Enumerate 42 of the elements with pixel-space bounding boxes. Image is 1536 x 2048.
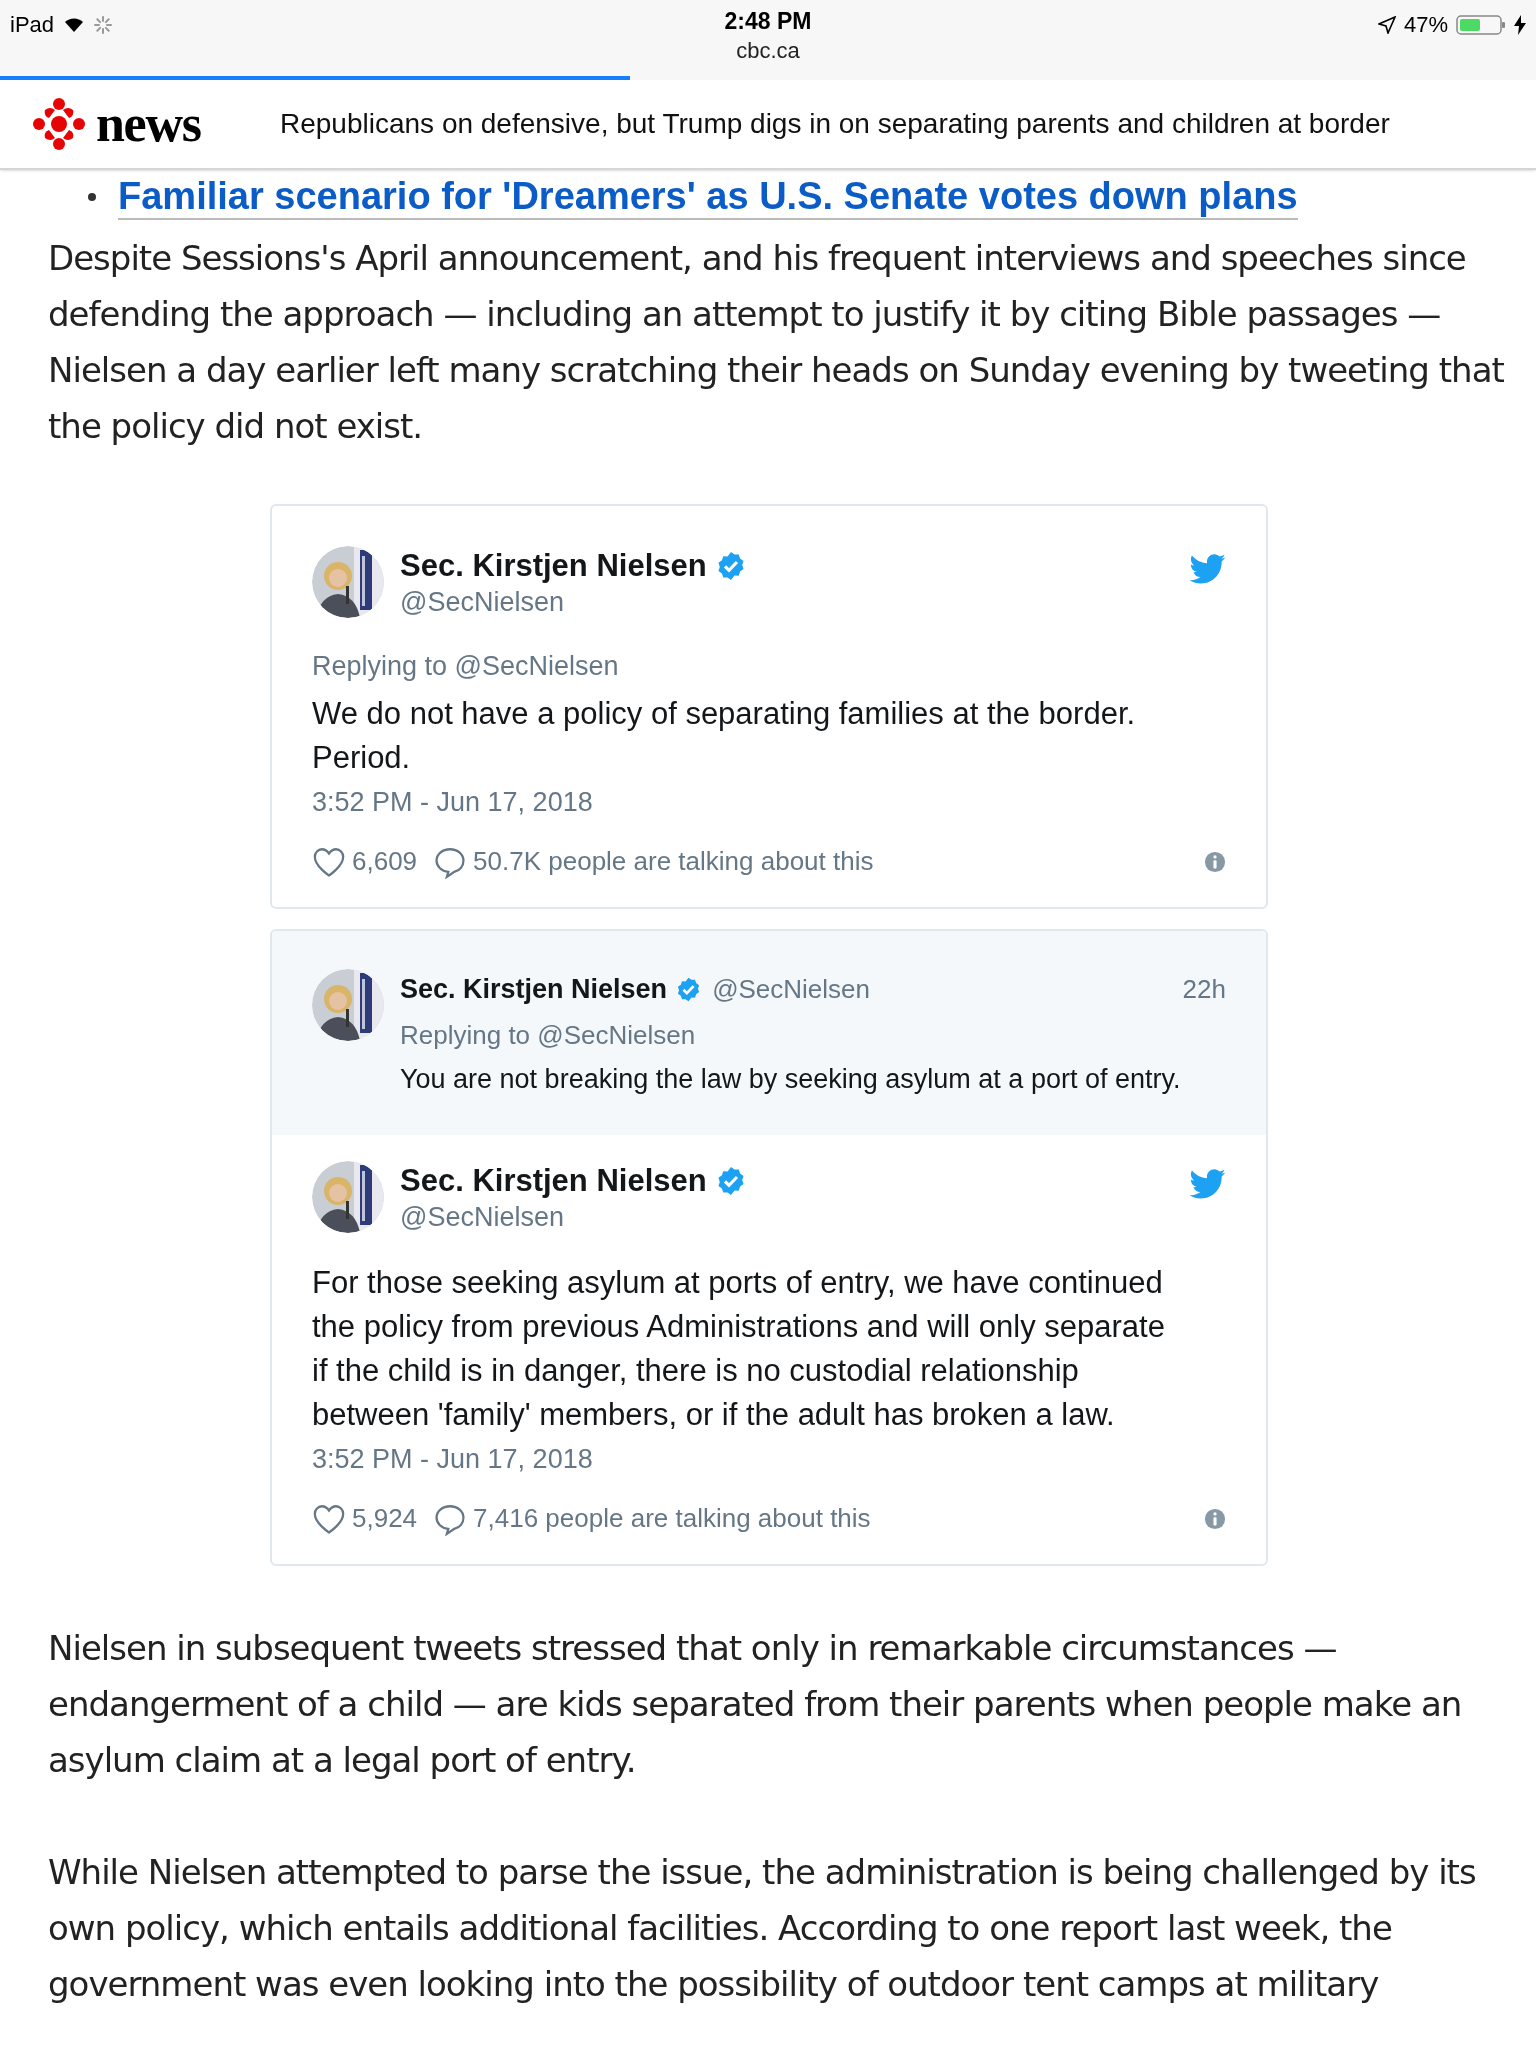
bird-icon[interactable] [1190, 554, 1226, 584]
location-arrow-icon [1377, 15, 1396, 34]
author-handle[interactable]: @SecNielsen [400, 1201, 747, 1233]
related-link[interactable]: Familiar scenario for 'Dreamers' as U.S. Senate votes down plans [118, 174, 1298, 220]
bird-icon[interactable] [1190, 1169, 1226, 1199]
article-paragraph: While Nielsen attempted to parse the issue, the administration is being challenged by its own policy, which entails additional facilities. According to one report last week, the government was even looking into the possibility of outdoor tent camps at military [48, 1851, 1477, 2006]
gem-logo-icon [32, 97, 86, 151]
address-domain[interactable]: cbc.ca [736, 36, 800, 66]
bullet-icon [88, 193, 96, 201]
author-name[interactable]: Sec. Kirstjen Nielsen [400, 969, 668, 1010]
news-logo[interactable]: news [32, 97, 232, 151]
article-headline: Republicans on defensive, but Trump digs in on separating parents and children at border [280, 107, 1390, 141]
tweet-age: 22h [1182, 972, 1226, 1006]
clock-time: 2:48 PM [724, 7, 812, 36]
talking-count[interactable]: 7,416 people are talking about this [473, 1499, 871, 1538]
battery-icon [1456, 13, 1506, 36]
author-name[interactable]: Sec. Kirstjen Nielsen [400, 1161, 707, 1201]
replying-to-text: Replying to @SecNielsen [400, 1018, 697, 1052]
like-count: 5,924 [352, 1502, 418, 1535]
like-count: 6,609 [352, 845, 418, 878]
tweet-text: We do not have a policy of separating families at the border. Period. [312, 695, 1137, 777]
battery-percent: 47% [1403, 11, 1448, 39]
author-handle[interactable]: @SecNielsen [400, 586, 747, 618]
wifi-icon [64, 16, 85, 33]
loading-spinner-icon [94, 15, 113, 34]
heart-icon[interactable] [312, 1502, 346, 1535]
article-paragraph: Despite Sessions's April announcement, and his frequent interviews and speeches since defending the approach — including an attempt to justify it by citing Bible passages — Nielsen a day earlier left many scratching their heads on Sunday evening by tweeting that the policy did not exist. [48, 237, 1505, 448]
tweet-text: For those seeking asylum at ports of entry, we have continued the policy from previous Administrations and will only separate if the child is in danger, there is no custodial relationship between 'family' members, or if the adult has broken a law. [312, 1264, 1166, 1434]
info-icon[interactable] [1204, 1507, 1226, 1530]
talking-count[interactable]: 50.7K people are talking about this [473, 842, 874, 881]
author-name[interactable]: Sec. Kirstjen Nielsen [400, 546, 707, 586]
author-handle[interactable]: @SecNielsen [712, 969, 871, 1009]
article-paragraph: Nielsen in subsequent tweets stressed that only in remarkable circumstances — endangerment of a child — are kids separated from their parents when people make an asylum claim at a legal port of entry. [48, 1627, 1463, 1782]
charging-bolt-icon [1514, 14, 1526, 35]
heart-icon[interactable] [312, 845, 346, 878]
parent-tweet[interactable]: Sec. Kirstjen Nielsen @SecNielsen 22h Replying to @SecNielsen You are not breaking the law by seeking asylum at a port of entry. [272, 931, 1266, 1135]
replying-to-text: Replying to @SecNielsen [312, 650, 620, 683]
info-icon[interactable] [1204, 850, 1226, 873]
tweet-timestamp[interactable]: 3:52 PM - Jun 17, 2018 [312, 1441, 1226, 1477]
device-name: iPad [10, 11, 55, 39]
tweet-text: You are not breaking the law by seeking asylum at a port of entry. [400, 1062, 1182, 1096]
tweet-timestamp[interactable]: 3:52 PM - Jun 17, 2018 [312, 784, 1226, 820]
